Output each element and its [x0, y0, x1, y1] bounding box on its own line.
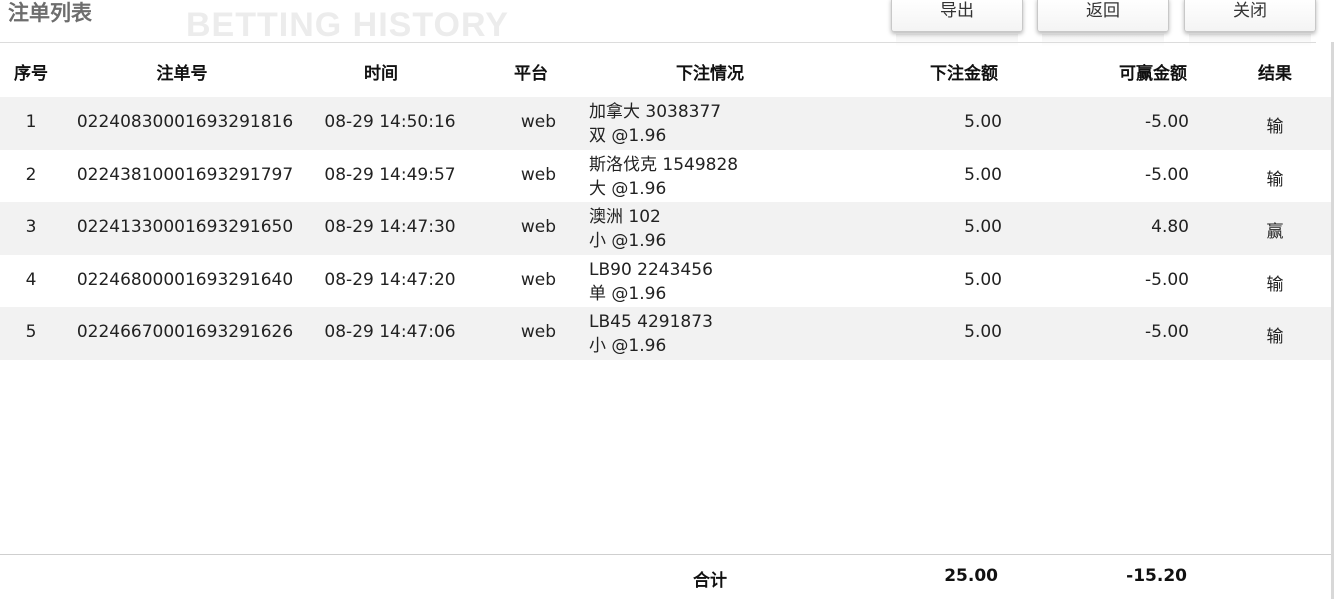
column-header-platform: 平台 — [514, 64, 548, 84]
win-amount: -5.00 — [1145, 112, 1189, 132]
export-button[interactable]: 导出 — [891, 0, 1023, 32]
totals-label: 合计 — [693, 571, 727, 591]
row-index: 4 — [25, 270, 37, 290]
row-index: 2 — [25, 165, 37, 185]
bet-detail-event: 澳洲 102 — [589, 207, 661, 227]
bet-detail: 加拿大 3038377 双 @1.96 — [589, 100, 721, 148]
bet-detail-event: 斯洛伐克 1549828 — [589, 155, 739, 175]
bet-amount: 5.00 — [964, 112, 1002, 132]
bet-detail-pick: 双 @1.96 — [589, 126, 667, 146]
bet-detail-pick: 小 @1.96 — [589, 336, 667, 356]
column-header-bet-amount: 下注金额 — [930, 64, 998, 84]
column-header-index: 序号 — [14, 64, 48, 84]
bet-amount: 5.00 — [964, 322, 1002, 342]
bet-detail: LB90 2243456 单 @1.96 — [589, 258, 713, 306]
platform: web — [520, 112, 556, 132]
back-button[interactable]: 返回 — [1037, 0, 1169, 32]
bet-detail-event: LB45 4291873 — [589, 312, 713, 332]
order-number: 02246800001693291640 — [76, 270, 294, 290]
column-header-result: 结果 — [1258, 64, 1292, 84]
order-number: 02240830001693291816 — [76, 112, 294, 132]
bet-detail-event: LB90 2243456 — [589, 260, 713, 280]
column-header-bet-detail: 下注情况 — [676, 64, 744, 84]
header-divider — [0, 42, 1316, 43]
win-amount: -5.00 — [1145, 165, 1189, 185]
bet-time: 08-29 14:47:30 — [324, 217, 456, 237]
table-row: 4 02246800001693291640 08-29 14:47:20 we… — [0, 255, 1331, 308]
bet-amount: 5.00 — [964, 217, 1002, 237]
row-index: 3 — [25, 217, 37, 237]
bet-time: 08-29 14:47:06 — [324, 322, 456, 342]
bet-detail-event: 加拿大 3038377 — [589, 102, 722, 122]
bet-detail: 斯洛伐克 1549828 大 @1.96 — [589, 153, 738, 201]
platform: web — [520, 217, 556, 237]
bet-detail-pick: 单 @1.96 — [589, 284, 667, 304]
row-index: 5 — [25, 322, 37, 342]
table-row: 3 02241330001693291650 08-29 14:47:30 we… — [0, 202, 1331, 255]
bet-amount: 5.00 — [964, 270, 1002, 290]
totals-win-amount: -15.20 — [1126, 566, 1187, 586]
bet-time: 08-29 14:47:20 — [324, 270, 456, 290]
bet-detail: 澳洲 102 小 @1.96 — [589, 205, 666, 253]
table-row: 5 02246670001693291626 08-29 14:47:06 we… — [0, 307, 1331, 360]
bet-time: 08-29 14:49:57 — [324, 165, 456, 185]
order-number: 02246670001693291626 — [76, 322, 294, 342]
result: 输 — [1266, 327, 1284, 347]
page-title: 注单列表 — [8, 1, 92, 25]
table-header: 序号 注单号 时间 平台 下注情况 下注金额 可赢金额 结果 — [0, 44, 1331, 97]
totals-divider — [0, 554, 1331, 555]
win-amount: -5.00 — [1145, 270, 1189, 290]
order-number: 02241330001693291650 — [76, 217, 294, 237]
result: 输 — [1266, 117, 1284, 137]
bet-detail: LB45 4291873 小 @1.96 — [589, 310, 713, 358]
bet-time: 08-29 14:50:16 — [324, 112, 456, 132]
column-header-order-no: 注单号 — [156, 64, 208, 84]
totals-bet-amount: 25.00 — [944, 566, 998, 586]
column-header-time: 时间 — [364, 64, 398, 84]
result: 赢 — [1266, 222, 1284, 242]
bet-amount: 5.00 — [964, 165, 1002, 185]
win-amount: -5.00 — [1145, 322, 1189, 342]
platform: web — [520, 165, 556, 185]
bet-detail-pick: 大 @1.96 — [589, 179, 667, 199]
page-header: BETTING HISTORY 注单列表 导出 返回 关闭 — [0, 0, 1334, 46]
column-header-win-amount: 可赢金额 — [1119, 64, 1187, 84]
result: 输 — [1266, 170, 1284, 190]
result: 输 — [1266, 275, 1284, 295]
platform: web — [520, 270, 556, 290]
watermark-text: BETTING HISTORY — [186, 6, 509, 44]
order-number: 02243810001693291797 — [76, 165, 294, 185]
row-index: 1 — [25, 112, 37, 132]
bet-detail-pick: 小 @1.96 — [589, 231, 667, 251]
table-row: 2 02243810001693291797 08-29 14:49:57 we… — [0, 150, 1331, 203]
platform: web — [520, 322, 556, 342]
table-row: 1 02240830001693291816 08-29 14:50:16 we… — [0, 97, 1331, 150]
win-amount: 4.80 — [1151, 217, 1189, 237]
close-button[interactable]: 关闭 — [1184, 0, 1316, 32]
